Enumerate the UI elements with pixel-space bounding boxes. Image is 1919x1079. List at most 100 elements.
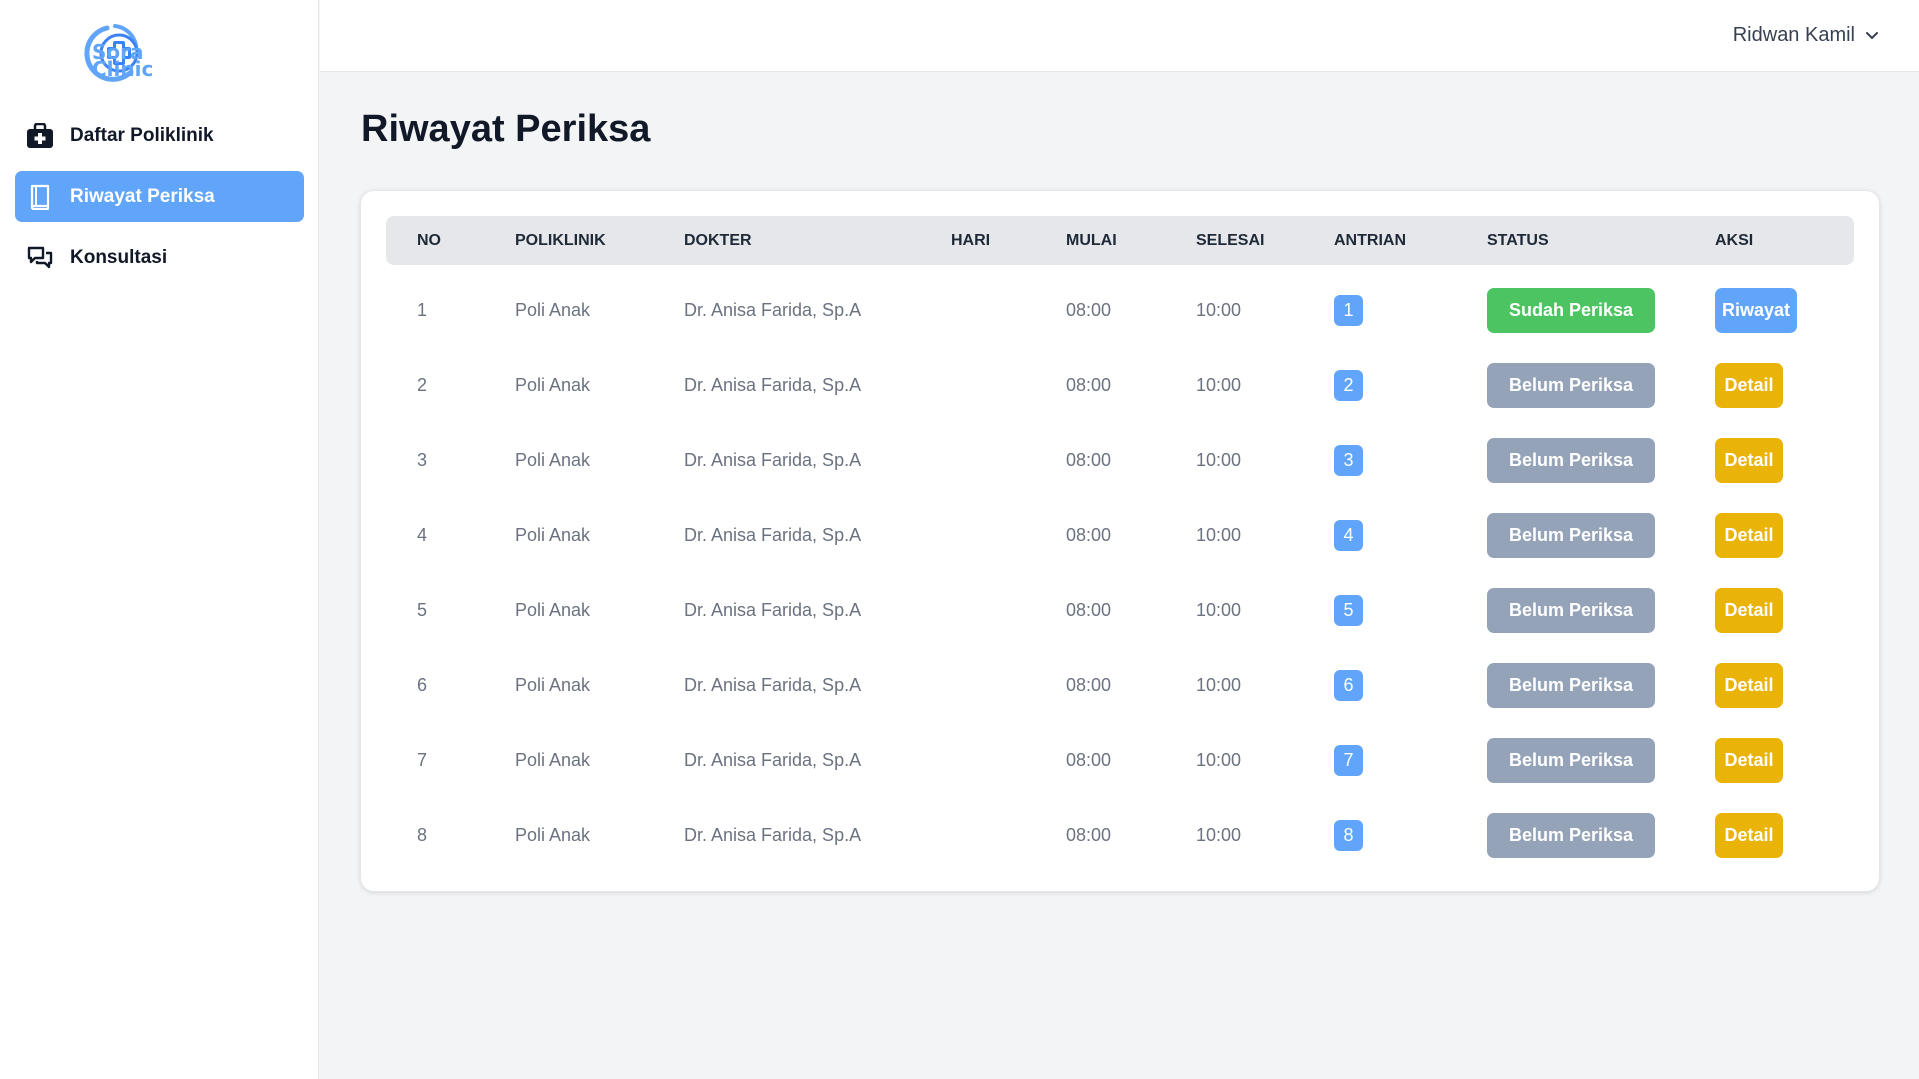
history-button[interactable]: Riwayat bbox=[1715, 288, 1797, 333]
cell-mulai: 08:00 bbox=[1066, 300, 1112, 320]
cell-poliklinik: Poli Anak bbox=[515, 600, 591, 620]
cell-mulai: 08:00 bbox=[1066, 600, 1112, 620]
table-row: 2 Poli Anak Dr. Anisa Farida, Sp.A 08:00 10:… bbox=[386, 348, 1854, 423]
cell-mulai: 08:00 bbox=[1066, 825, 1112, 845]
cell-poliklinik: Poli Anak bbox=[515, 300, 591, 320]
queue-number-badge: 7 bbox=[1334, 745, 1363, 776]
column-header-status: STATUS bbox=[1487, 232, 1549, 249]
detail-button[interactable]: Detail bbox=[1715, 513, 1783, 558]
cell-mulai: 08:00 bbox=[1066, 750, 1112, 770]
column-header-selesai: SELESAI bbox=[1196, 232, 1265, 249]
history-table-card: NO POLIKLINIK DOKTER HARI MULAI SELESAI … bbox=[360, 190, 1880, 892]
table-row: 7 Poli Anak Dr. Anisa Farida, Sp.A 08:00 10:… bbox=[386, 723, 1854, 798]
cell-dokter: Dr. Anisa Farida, Sp.A bbox=[684, 825, 862, 845]
cell-mulai: 08:00 bbox=[1066, 375, 1112, 395]
chat-icon bbox=[25, 243, 55, 273]
status-done-button[interactable]: Sudah Periksa bbox=[1487, 288, 1655, 333]
table-row: 3 Poli Anak Dr. Anisa Farida, Sp.A 08:00 10:… bbox=[386, 423, 1854, 498]
status-pending-button[interactable]: Belum Periksa bbox=[1487, 438, 1655, 483]
cell-dokter: Dr. Anisa Farida, Sp.A bbox=[684, 675, 862, 695]
sidebar-item-label: Konsultasi bbox=[70, 246, 168, 268]
book-icon bbox=[25, 182, 55, 212]
logo-line-2: Clinic bbox=[92, 57, 154, 81]
cell-dokter: Dr. Anisa Farida, Sp.A bbox=[684, 300, 862, 320]
cell-poliklinik: Poli Anak bbox=[515, 675, 591, 695]
cell-dokter: Dr. Anisa Farida, Sp.A bbox=[684, 600, 862, 620]
cell-no: 8 bbox=[417, 825, 428, 845]
queue-number-badge: 2 bbox=[1334, 370, 1363, 401]
detail-button[interactable]: Detail bbox=[1715, 663, 1783, 708]
queue-number-badge: 8 bbox=[1334, 820, 1363, 851]
table-row: 1 Poli Anak Dr. Anisa Farida, Sp.A 08:00 10:… bbox=[386, 273, 1854, 348]
cell-mulai: 08:00 bbox=[1066, 675, 1112, 695]
cell-selesai: 10:00 bbox=[1196, 600, 1242, 620]
status-pending-button[interactable]: Belum Periksa bbox=[1487, 363, 1655, 408]
chevron-down-icon bbox=[1866, 31, 1878, 39]
cell-no: 6 bbox=[417, 675, 428, 695]
user-menu[interactable]: Ridwan Kamil bbox=[1733, 24, 1879, 47]
cell-selesai: 10:00 bbox=[1196, 675, 1242, 695]
detail-button[interactable]: Detail bbox=[1715, 438, 1783, 483]
medical-bag-icon bbox=[25, 121, 55, 151]
cell-dokter: Dr. Anisa Farida, Sp.A bbox=[684, 525, 862, 545]
status-pending-button[interactable]: Belum Periksa bbox=[1487, 513, 1655, 558]
status-pending-button[interactable]: Belum Periksa bbox=[1487, 738, 1655, 783]
cell-poliklinik: Poli Anak bbox=[515, 525, 591, 545]
column-header-antrian: ANTRIAN bbox=[1334, 232, 1406, 249]
cell-selesai: 10:00 bbox=[1196, 750, 1242, 770]
cell-poliklinik: Poli Anak bbox=[515, 750, 591, 770]
cell-selesai: 10:00 bbox=[1196, 450, 1242, 470]
cell-selesai: 10:00 bbox=[1196, 525, 1242, 545]
column-header-hari: HARI bbox=[951, 232, 991, 249]
cell-selesai: 10:00 bbox=[1196, 375, 1242, 395]
top-bar: Ridwan Kamil bbox=[320, 0, 1919, 72]
page-title: Riwayat Periksa bbox=[361, 108, 651, 150]
queue-number-badge: 3 bbox=[1334, 445, 1363, 476]
sidebar-item-riwayat-periksa[interactable]: Riwayat Periksa bbox=[15, 171, 304, 222]
cell-selesai: 10:00 bbox=[1196, 300, 1242, 320]
queue-number-badge: 1 bbox=[1334, 295, 1363, 326]
cell-dokter: Dr. Anisa Farida, Sp.A bbox=[684, 750, 862, 770]
cell-dokter: Dr. Anisa Farida, Sp.A bbox=[684, 375, 862, 395]
table-header: NO POLIKLINIK DOKTER HARI MULAI SELESAI … bbox=[386, 216, 1854, 265]
column-header-mulai: MULAI bbox=[1066, 232, 1117, 249]
table-row: 6 Poli Anak Dr. Anisa Farida, Sp.A 08:00 10:… bbox=[386, 648, 1854, 723]
detail-button[interactable]: Detail bbox=[1715, 588, 1783, 633]
column-header-no: NO bbox=[417, 232, 441, 249]
detail-button[interactable]: Detail bbox=[1715, 738, 1783, 783]
column-header-aksi: AKSI bbox=[1715, 232, 1754, 249]
cell-selesai: 10:00 bbox=[1196, 825, 1242, 845]
queue-number-badge: 4 bbox=[1334, 520, 1363, 551]
table-row: 4 Poli Anak Dr. Anisa Farida, Sp.A 08:00 10:… bbox=[386, 498, 1854, 573]
cell-no: 2 bbox=[417, 375, 428, 395]
cell-dokter: Dr. Anisa Farida, Sp.A bbox=[684, 450, 862, 470]
cell-no: 3 bbox=[417, 450, 428, 470]
status-pending-button[interactable]: Belum Periksa bbox=[1487, 813, 1655, 858]
cell-mulai: 08:00 bbox=[1066, 450, 1112, 470]
sidebar-item-label: Riwayat Periksa bbox=[70, 185, 215, 207]
user-name: Ridwan Kamil bbox=[1732, 24, 1855, 46]
table-row: 5 Poli Anak Dr. Anisa Farida, Sp.A 08:00 10:… bbox=[386, 573, 1854, 648]
status-pending-button[interactable]: Belum Periksa bbox=[1487, 588, 1655, 633]
sidebar-nav: Daftar Poliklinik Riwayat Periksa Konsul… bbox=[15, 110, 304, 293]
cell-poliklinik: Poli Anak bbox=[515, 375, 591, 395]
status-pending-button[interactable]: Belum Periksa bbox=[1487, 663, 1655, 708]
cell-poliklinik: Poli Anak bbox=[515, 450, 591, 470]
cell-no: 5 bbox=[417, 600, 428, 620]
column-header-poliklinik: POLIKLINIK bbox=[515, 232, 606, 249]
cell-mulai: 08:00 bbox=[1066, 525, 1112, 545]
clinic-logo-text: Sora Clinic bbox=[92, 22, 154, 81]
cell-no: 4 bbox=[417, 525, 428, 545]
detail-button[interactable]: Detail bbox=[1715, 363, 1783, 408]
sidebar-item-daftar-poliklinik[interactable]: Daftar Poliklinik bbox=[15, 110, 304, 161]
column-header-dokter: DOKTER bbox=[684, 232, 752, 249]
queue-number-badge: 5 bbox=[1334, 595, 1363, 626]
queue-number-badge: 6 bbox=[1334, 670, 1363, 701]
cell-poliklinik: Poli Anak bbox=[515, 825, 591, 845]
detail-button[interactable]: Detail bbox=[1715, 813, 1783, 858]
table-row: 8 Poli Anak Dr. Anisa Farida, Sp.A 08:00 10:… bbox=[386, 798, 1854, 873]
cell-no: 7 bbox=[417, 750, 428, 770]
sidebar-item-konsultasi[interactable]: Konsultasi bbox=[15, 232, 304, 283]
sidebar: Sora Clinic Daftar Poliklinik Riwayat Pe… bbox=[0, 0, 319, 1079]
sidebar-item-label: Daftar Poliklinik bbox=[70, 124, 214, 146]
